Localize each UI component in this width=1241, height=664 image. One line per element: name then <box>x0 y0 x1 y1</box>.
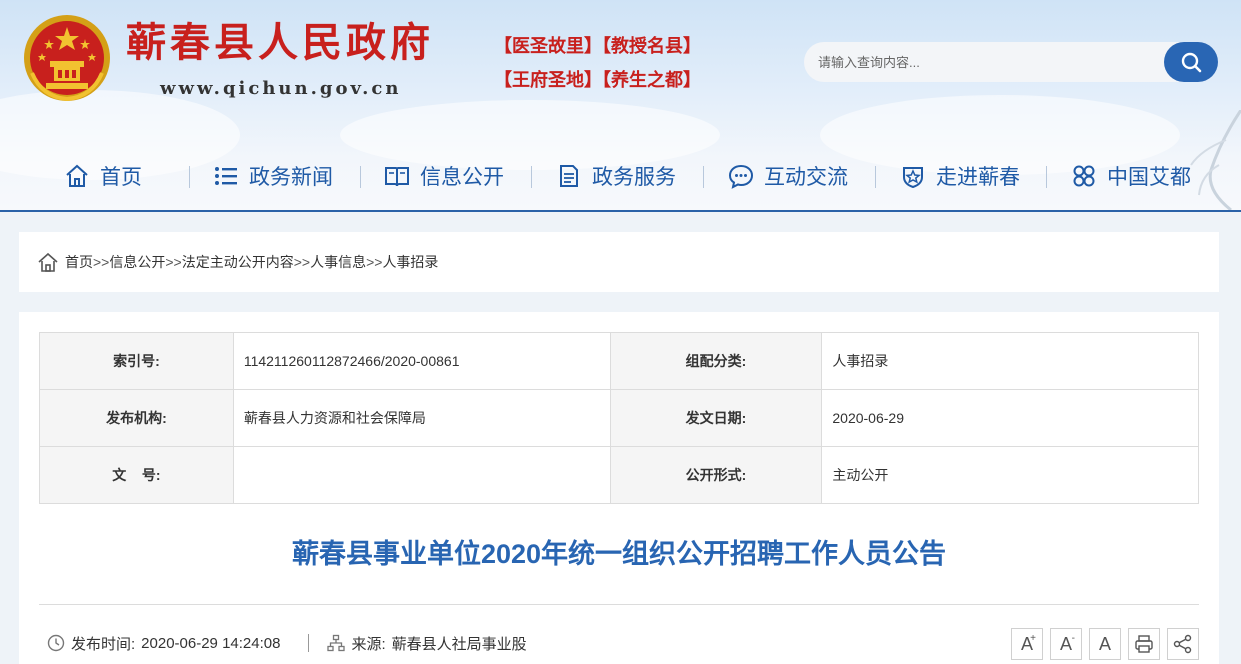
slogan-line: 【医圣故里】【教授名县】 <box>494 36 701 57</box>
search-button[interactable] <box>1164 42 1218 82</box>
slogans: 【医圣故里】【教授名县】 【王府圣地】【养生之都】 <box>494 30 734 98</box>
clover-icon <box>1073 165 1095 187</box>
book-icon <box>385 167 409 187</box>
article-info-bar: 发布时间: 2020-06-29 14:24:08 来源: 蕲春县人社局事业股 <box>47 630 527 656</box>
table-row: 发布机构: 蕲春县人力资源和社会保障局 发文日期: 2020-06-29 <box>39 389 1199 447</box>
print-button[interactable] <box>1128 628 1160 660</box>
index-label: 索引号: <box>39 332 234 390</box>
metadata-table: 索引号: 114211260112872466/2020-00861 组配分类:… <box>39 332 1199 504</box>
print-icon <box>1135 635 1153 653</box>
nav-item-label: 政务新闻 <box>249 166 333 189</box>
table-row: 索引号: 114211260112872466/2020-00861 组配分类:… <box>39 332 1199 390</box>
source-label: 来源: <box>351 635 386 653</box>
article-title: 蕲春县事业单位2020年统一组织公开招聘工作人员公告 <box>291 539 947 569</box>
nav-item-about-qichun[interactable]: 走进蕲春 <box>900 152 1020 200</box>
date-value: 2020-06-29 <box>821 389 1199 447</box>
form-label: 公开形式: <box>609 446 823 504</box>
main-nav: 首页 政务新闻 信息公开 政务服务 互动交流 走进蕲春 中国艾都 <box>0 152 1241 200</box>
publisher-value: 蕲春县人力资源和社会保障局 <box>232 389 611 447</box>
index-value: 114211260112872466/2020-00861 <box>232 332 611 390</box>
font-default-button[interactable]: A <box>1089 628 1121 660</box>
breadcrumb-link-home[interactable]: 首页 <box>65 252 93 272</box>
breadcrumb-separator: >> <box>93 254 110 270</box>
home-icon <box>38 252 58 272</box>
font-larger-button[interactable]: A + <box>1011 628 1043 660</box>
nav-item-services[interactable]: 政务服务 <box>556 152 676 200</box>
plus-icon: + <box>1030 633 1036 644</box>
search-icon <box>1181 52 1202 73</box>
breadcrumb-separator: >> <box>293 254 311 270</box>
share-button[interactable] <box>1167 628 1199 660</box>
nav-divider <box>703 166 704 188</box>
category-label: 组配分类: <box>609 332 823 390</box>
divider <box>39 604 1199 605</box>
date-label: 发文日期: <box>609 389 823 447</box>
docno-value <box>232 446 611 504</box>
nav-divider <box>1046 166 1047 188</box>
nav-item-label: 走进蕲春 <box>936 166 1020 189</box>
nav-item-ai-capital[interactable]: 中国艾都 <box>1071 152 1191 200</box>
home-icon <box>66 164 88 187</box>
slogan-line: 【王府圣地】【养生之都】 <box>494 70 701 91</box>
nav-item-label: 首页 <box>100 166 142 189</box>
nav-divider <box>531 166 532 188</box>
nav-item-interaction[interactable]: 互动交流 <box>728 152 848 200</box>
site-header: 蕲春县人民政府 www.qichun.gov.cn 【医圣故里】【教授名县】 【… <box>0 0 1241 212</box>
breadcrumb-link-recruitment[interactable]: 人事招录 <box>382 252 438 272</box>
font-default-label: A <box>1098 633 1111 654</box>
publisher-label: 发布机构: <box>39 389 234 447</box>
nav-item-label: 中国艾都 <box>1107 166 1191 189</box>
nav-divider <box>189 166 190 188</box>
breadcrumb-link-personnel[interactable]: 人事信息 <box>310 252 366 272</box>
category-value: 人事招录 <box>821 332 1199 390</box>
sitemap-icon <box>327 634 346 652</box>
info-divider <box>308 634 310 652</box>
list-icon <box>215 167 237 185</box>
docno-label: 文 号: <box>39 446 234 504</box>
breadcrumb-link-statutory[interactable]: 法定主动公开内容 <box>182 252 294 272</box>
source-value: 蕲春县人社局事业股 <box>391 635 527 653</box>
article-tools: A + A- A <box>1011 628 1199 660</box>
minus-icon: - <box>1071 633 1075 644</box>
nav-divider <box>360 166 361 188</box>
article-container: 索引号: 114211260112872466/2020-00861 组配分类:… <box>19 312 1219 664</box>
search-input[interactable] <box>818 42 1158 82</box>
breadcrumb-separator: >> <box>165 254 182 270</box>
site-url: www.qichun.gov.cn <box>160 78 402 99</box>
breadcrumb: 首页 >> 信息公开 >> 法定主动公开内容 >> 人事信息 >> 人事招录 <box>19 232 1219 292</box>
clock-icon <box>47 634 65 652</box>
search-box <box>804 42 1218 82</box>
share-icon <box>1173 634 1192 654</box>
nav-item-label: 政务服务 <box>592 166 676 189</box>
form-value: 主动公开 <box>821 446 1199 504</box>
nav-item-news[interactable]: 政务新闻 <box>213 152 333 200</box>
nav-item-label: 互动交流 <box>764 166 848 189</box>
table-row: 文 号: 公开形式: 主动公开 <box>39 446 1199 504</box>
badge-icon <box>903 167 923 189</box>
breadcrumb-separator: >> <box>366 254 383 270</box>
national-emblem-icon <box>24 15 110 102</box>
nav-divider <box>875 166 876 188</box>
publish-time-label: 发布时间: <box>71 635 136 653</box>
nav-item-info-disclosure[interactable]: 信息公开 <box>384 152 504 200</box>
breadcrumb-link-info-disclosure[interactable]: 信息公开 <box>109 252 165 272</box>
nav-item-label: 信息公开 <box>420 166 504 189</box>
site-title: 蕲春县人民政府 <box>126 19 434 66</box>
font-smaller-label: A <box>1059 633 1072 654</box>
nav-item-home[interactable]: 首页 <box>64 152 142 200</box>
chat-icon <box>728 164 754 189</box>
publish-time: 2020-06-29 14:24:08 <box>141 634 281 652</box>
document-icon <box>560 165 578 187</box>
font-smaller-button[interactable]: A- <box>1050 628 1082 660</box>
